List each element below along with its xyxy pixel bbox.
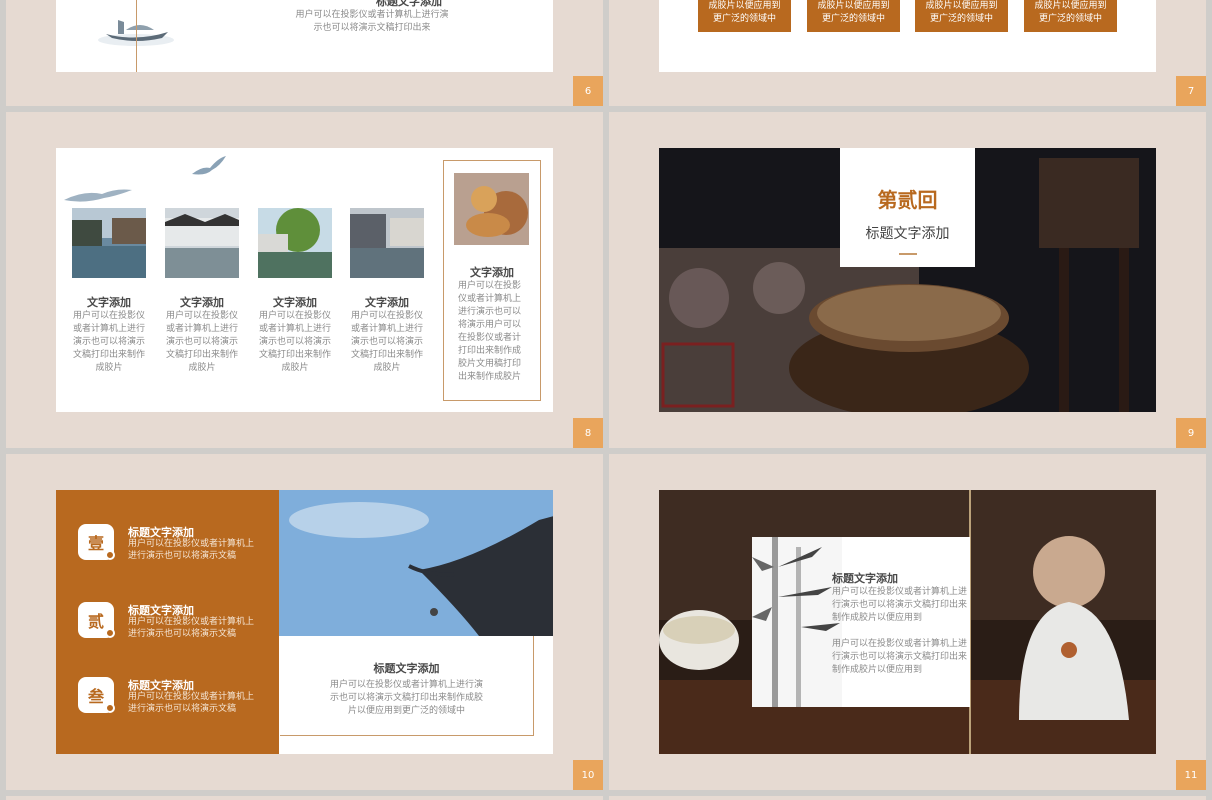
slide-thumb-7[interactable]: 成胶片以便应用到 更广泛的领域中 成胶片以便应用到 更广泛的领域中 成胶片以便应… [609, 0, 1206, 106]
card-line: 制作成胶片以便应用到 [832, 613, 923, 623]
card-line: 用户可以在投影仪或者计算机上进 [832, 639, 968, 649]
card-title: 标题文字添加 [373, 662, 440, 675]
slide-canvas: 标题文字添加 用户可以在投影仪或者计算机上进行演示也可以将演示文稿打印出来 [56, 0, 553, 72]
content-card: 标题文字添加 用户可以在投影仪或者计算机上进 行演示也可以将演示文稿打印出来 制… [752, 537, 970, 707]
slide-number: 8 [573, 418, 603, 448]
slide-number: 7 [1176, 76, 1206, 106]
box-line: 更广泛的领域中 [712, 14, 776, 24]
item-line: 用户可以在投影仪或者计算机上 [128, 692, 255, 702]
title-underline [898, 253, 917, 255]
item-title: 文字添加 [87, 296, 131, 309]
item-title: 文字添加 [365, 296, 409, 309]
card-title: 标题文字添加 [832, 572, 898, 585]
card-line: 用户可以在投影仪或者计算机上进 [832, 587, 968, 597]
slide-canvas: 标题文字添加 用户可以在投影仪或者计算机上进 行演示也可以将演示文稿打印出来 制… [659, 490, 1156, 754]
item-line: 用户可以在投影仪或者计算机上 [128, 617, 255, 627]
item-body: 用户可以在投影仪或者计算机上 进行演示也可以将演示文稿 [128, 691, 258, 715]
box-line: 成胶片以便应用到 [817, 1, 890, 11]
card-body: 用户可以在投影仪或者计算机上进行演 示也可以将演示文稿打印出来制作成胶 片以便应… [280, 679, 533, 718]
slide-thumb-9[interactable]: 第贰回 标题文字添加 9 [609, 112, 1206, 448]
item-body: 用户可以在投影仪或者计算机上 进行演示也可以将演示文稿 [128, 538, 258, 562]
card-line: 行演示也可以将演示文稿打印出来 [832, 600, 968, 610]
slide-number: 6 [573, 76, 603, 106]
badge-dot [105, 703, 115, 713]
slide-number: 11 [1176, 760, 1206, 790]
card-line: 片以便应用到更广泛的领域中 [347, 706, 465, 716]
slide-thumb-11[interactable]: 标题文字添加 用户可以在投影仪或者计算机上进 行演示也可以将演示文稿打印出来 制… [609, 454, 1206, 790]
water-town-photo [72, 208, 146, 278]
text-box: 成胶片以便应用到 更广泛的领域中 [698, 0, 791, 32]
box-line: 更广泛的领域中 [1038, 14, 1102, 24]
item-line: 进行演示也可以将演示文稿 [128, 551, 237, 561]
text-box: 成胶片以便应用到 更广泛的领域中 [915, 0, 1008, 32]
card-line: 行演示也可以将演示文稿打印出来 [832, 652, 968, 662]
box-line: 更广泛的领域中 [929, 14, 993, 24]
item-line: 进行演示也可以将演示文稿 [128, 629, 237, 639]
slide-thumb-12[interactable] [6, 796, 603, 800]
card-line: 示也可以将演示文稿打印出来制作成胶 [329, 693, 483, 703]
slide-title: 标题文字添加 [376, 0, 442, 8]
item-body: 用户可以在投影仪或者计算机上进行演示也可以将演示文稿打印出来制作成胶片 [258, 311, 331, 373]
chapter-title-card: 第贰回 标题文字添加 [840, 148, 975, 267]
box-line: 成胶片以便应用到 [1034, 1, 1107, 11]
feature-title: 文字添加 [470, 266, 514, 279]
slide-number: 9 [1176, 418, 1206, 448]
card-paragraph: 用户可以在投影仪或者计算机上进 行演示也可以将演示文稿打印出来 制作成胶片以便应… [832, 586, 972, 625]
text-box: 成胶片以便应用到 更广泛的领域中 [807, 0, 900, 32]
divider-line [136, 0, 137, 72]
card-paragraph: 用户可以在投影仪或者计算机上进 行演示也可以将演示文稿打印出来 制作成胶片以便应… [832, 638, 972, 677]
feature-box: 文字添加 用户可以在投影仪或者计算机上进行演示也可以将演示用户可以在投影仪或者计… [443, 160, 541, 401]
feature-body: 用户可以在投影仪或者计算机上进行演示也可以将演示用户可以在投影仪或者计打印出来制… [458, 281, 522, 382]
slide-canvas: 壹 标题文字添加 用户可以在投影仪或者计算机上 进行演示也可以将演示文稿 贰 标… [56, 490, 553, 754]
item-line: 用户可以在投影仪或者计算机上 [128, 539, 255, 549]
list-panel: 壹 标题文字添加 用户可以在投影仪或者计算机上 进行演示也可以将演示文稿 贰 标… [56, 490, 279, 754]
bamboo-painting-illustration [752, 537, 842, 707]
item-title: 文字添加 [180, 296, 224, 309]
temple-roof-photo [279, 490, 553, 636]
slide-thumb-6[interactable]: 标题文字添加 用户可以在投影仪或者计算机上进行演示也可以将演示文稿打印出来 6 [6, 0, 603, 106]
slide-number: 10 [573, 760, 603, 790]
card-line: 用户可以在投影仪或者计算机上进行演 [329, 680, 483, 690]
water-town-photo [258, 208, 332, 278]
item-body: 用户可以在投影仪或者计算机上进行演示也可以将演示文稿打印出来制作成胶片 [350, 311, 423, 373]
badge-dot [105, 628, 115, 638]
slide-thumb-8[interactable]: 文字添加 用户可以在投影仪或者计算机上进行演示也可以将演示文稿打印出来制作成胶片… [6, 112, 603, 448]
crane-bird-icon [64, 189, 132, 202]
slide-thumb-13[interactable] [609, 796, 1206, 800]
slide-canvas: 文字添加 用户可以在投影仪或者计算机上进行演示也可以将演示文稿打印出来制作成胶片… [56, 148, 553, 412]
item-body: 用户可以在投影仪或者计算机上进行演示也可以将演示文稿打印出来制作成胶片 [72, 311, 145, 373]
chapter-subtitle: 标题文字添加 [865, 226, 950, 242]
slide-canvas: 第贰回 标题文字添加 [659, 148, 1156, 412]
item-body: 用户可以在投影仪或者计算机上进行演示也可以将演示文稿打印出来制作成胶片 [165, 311, 238, 373]
item-body: 用户可以在投影仪或者计算机上 进行演示也可以将演示文稿 [128, 616, 258, 640]
box-line: 更广泛的领域中 [821, 14, 885, 24]
monk-figurine-photo [454, 173, 529, 245]
badge-dot [105, 550, 115, 560]
water-town-photo [165, 208, 239, 278]
crane-bird-icon [192, 156, 226, 175]
card-line: 制作成胶片以便应用到 [832, 665, 923, 675]
text-box: 成胶片以便应用到 更广泛的领域中 [1024, 0, 1117, 32]
item-title: 文字添加 [273, 296, 317, 309]
box-line: 成胶片以便应用到 [708, 1, 781, 11]
item-line: 进行演示也可以将演示文稿 [128, 704, 237, 714]
box-line: 成胶片以便应用到 [925, 1, 998, 11]
slide-body: 用户可以在投影仪或者计算机上进行演示也可以将演示文稿打印出来 [295, 10, 449, 33]
slide-thumb-10[interactable]: 壹 标题文字添加 用户可以在投影仪或者计算机上 进行演示也可以将演示文稿 贰 标… [6, 454, 603, 790]
chapter-number: 第贰回 [877, 188, 938, 212]
water-town-photo [350, 208, 424, 278]
slide-canvas: 成胶片以便应用到 更广泛的领域中 成胶片以便应用到 更广泛的领域中 成胶片以便应… [659, 0, 1156, 72]
content-card: 标题文字添加 用户可以在投影仪或者计算机上进行演 示也可以将演示文稿打印出来制作… [280, 636, 534, 736]
